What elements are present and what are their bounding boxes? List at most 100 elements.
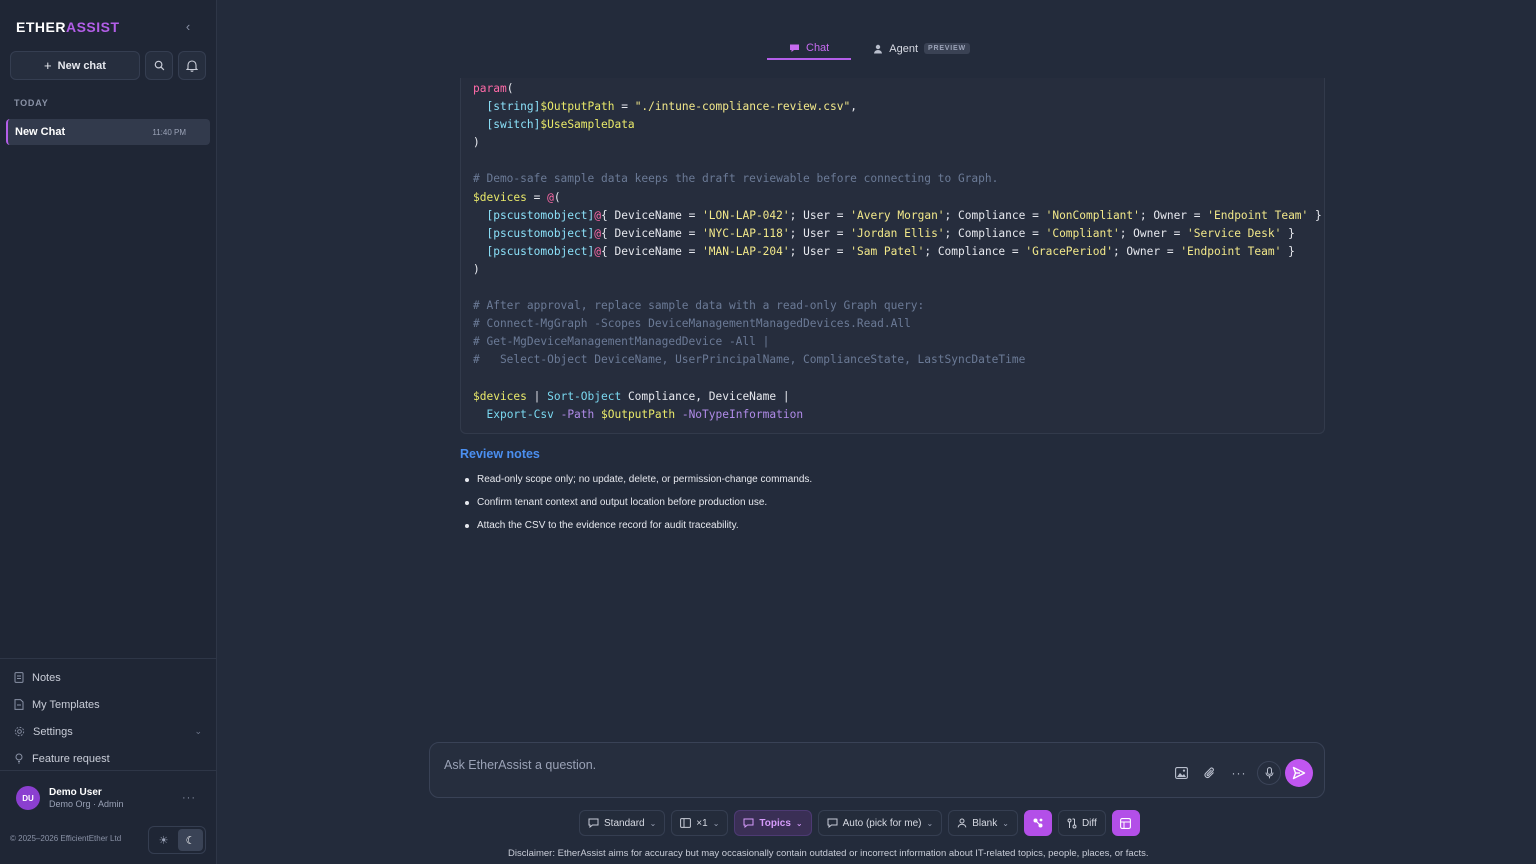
search-button[interactable] — [145, 51, 173, 80]
code-token: @ — [594, 226, 602, 240]
sidebar-item-feature-request[interactable]: Feature request — [14, 745, 204, 772]
code-line: [string]$OutputPath = "./intune-complian… — [473, 98, 1324, 116]
code-token: [pscustomobject] — [486, 226, 595, 240]
code-token: # Demo-safe sample data keeps the draft … — [473, 172, 999, 186]
code-line: [pscustomobject]@{ DeviceName = 'MAN-LAP… — [473, 243, 1324, 261]
moon-icon[interactable]: ☾ — [178, 829, 203, 851]
sidebar-item-settings[interactable]: Settings ⌄ — [14, 718, 204, 745]
code-line: ) — [473, 134, 1324, 152]
layout-icon — [1120, 817, 1132, 829]
message-composer: ··· — [429, 742, 1325, 798]
tools-button[interactable] — [1023, 810, 1052, 836]
code-token: 'NonCompliant' — [1045, 208, 1140, 222]
code-token: 'GracePeriod' — [1025, 244, 1113, 258]
code-token: 'Compliant' — [1045, 226, 1120, 240]
code-token: $OutputPath — [601, 407, 676, 421]
code-line: $devices = @( — [473, 189, 1324, 207]
code-token: Compliance, DeviceName | — [621, 389, 790, 403]
image-icon[interactable] — [1172, 764, 1190, 782]
disclaimer-text: Disclaimer: EtherAssist aims for accurac… — [508, 848, 1149, 859]
theme-toggle: ☀ ☾ — [148, 826, 206, 854]
sun-icon[interactable]: ☀ — [151, 829, 176, 851]
code-token: ; Compliance = — [944, 226, 1046, 240]
persona-dropdown[interactable]: Blank ⌄ — [948, 810, 1018, 836]
code-token: [switch] — [486, 118, 541, 132]
code-token: ; Owner = — [1119, 226, 1188, 240]
list-item: Read-only scope only; no update, delete,… — [465, 474, 812, 497]
code-token: [string] — [486, 100, 541, 114]
response-style-dropdown[interactable]: Standard ⌄ — [579, 810, 666, 836]
mode-tabs: Chat Agent PREVIEW — [767, 37, 992, 60]
brand-logo: ETHERASSIST — [16, 19, 120, 35]
code-token: } — [1281, 244, 1295, 258]
tab-chat[interactable]: Chat — [767, 37, 852, 60]
bullet — [465, 478, 469, 482]
message-icon — [827, 818, 838, 828]
sidebar-nav: Notes My Templates Settings ⌄ Feature re… — [14, 664, 204, 772]
response-count-dropdown[interactable]: ×1 ⌄ — [671, 810, 729, 836]
model-dropdown[interactable]: Auto (pick for me) ⌄ — [817, 810, 943, 836]
microphone-button[interactable] — [1257, 761, 1281, 785]
code-line: # Connect-MgGraph -Scopes DeviceManageme… — [473, 315, 1324, 333]
code-token: 'MAN-LAP-204' — [702, 244, 790, 258]
code-line: [pscustomobject]@{ DeviceName = 'NYC-LAP… — [473, 225, 1324, 243]
code-line: # After approval, replace sample data wi… — [473, 297, 1324, 315]
notifications-button[interactable] — [178, 51, 206, 80]
paperclip-icon[interactable] — [1201, 764, 1219, 782]
code-line: [switch]$UseSampleData — [473, 116, 1324, 134]
code-line: [pscustomobject]@{ DeviceName = 'LON-LAP… — [473, 207, 1324, 225]
code-line: # Select-Object DeviceName, UserPrincipa… — [473, 351, 1324, 369]
tab-agent[interactable]: Agent PREVIEW — [851, 37, 992, 60]
new-chat-button[interactable]: + New chat — [10, 51, 140, 80]
code-token: ( — [553, 190, 561, 204]
connections-icon — [1033, 818, 1043, 828]
more-options-icon[interactable]: ··· — [182, 792, 196, 804]
code-token: param — [473, 82, 507, 95]
code-token: 'NYC-LAP-118' — [702, 226, 790, 240]
columns-icon — [680, 818, 692, 828]
chevron-down-icon: ⌄ — [1002, 818, 1009, 828]
user-icon — [874, 44, 883, 53]
more-icon[interactable]: ··· — [1230, 764, 1248, 782]
layout-button[interactable] — [1111, 810, 1140, 836]
user-profile[interactable]: DU Demo User Demo Org · Admin — [16, 786, 124, 810]
code-token: Sort-Object — [547, 389, 622, 403]
microphone-icon — [1265, 767, 1273, 779]
code-line: ) — [473, 261, 1324, 279]
code-token: [pscustomobject] — [486, 208, 595, 222]
topics-dropdown[interactable]: Topics ⌄ — [734, 810, 812, 836]
message-input[interactable] — [444, 755, 1144, 775]
collapse-sidebar-icon[interactable]: ‹ — [181, 19, 195, 35]
message-icon — [743, 818, 754, 828]
code-token: } — [1308, 208, 1322, 222]
code-token: 'Jordan Ellis' — [850, 226, 945, 240]
divider — [0, 658, 217, 659]
bell-icon — [186, 60, 198, 72]
sidebar-item-templates[interactable]: My Templates — [14, 691, 204, 718]
code-token: 'Sam Patel' — [850, 244, 925, 258]
send-button[interactable] — [1285, 759, 1313, 787]
code-token: [pscustomobject] — [486, 244, 595, 258]
code-token: @ — [547, 190, 554, 204]
search-icon — [154, 60, 164, 71]
list-item: Attach the CSV to the evidence record fo… — [465, 520, 812, 543]
code-token: 'Service Desk' — [1187, 226, 1282, 240]
chat-history-item[interactable]: New Chat 11:40 PM — [6, 119, 210, 145]
code-line: # Demo-safe sample data keeps the draft … — [473, 170, 1324, 188]
code-token: = — [614, 100, 635, 114]
diff-button[interactable]: Diff — [1057, 810, 1106, 836]
code-token: { DeviceName = — [601, 208, 703, 222]
review-notes-heading: Review notes — [460, 447, 540, 461]
code-token: Export-Csv — [486, 407, 554, 421]
lightbulb-icon — [15, 753, 23, 764]
sidebar-item-notes[interactable]: Notes — [14, 664, 204, 691]
code-token: ; User = — [789, 244, 851, 258]
bullet — [465, 501, 469, 505]
code-block: param ( [string]$OutputPath = "./intune-c… — [460, 78, 1325, 434]
code-token: 'Endpoint Team' — [1180, 244, 1282, 258]
